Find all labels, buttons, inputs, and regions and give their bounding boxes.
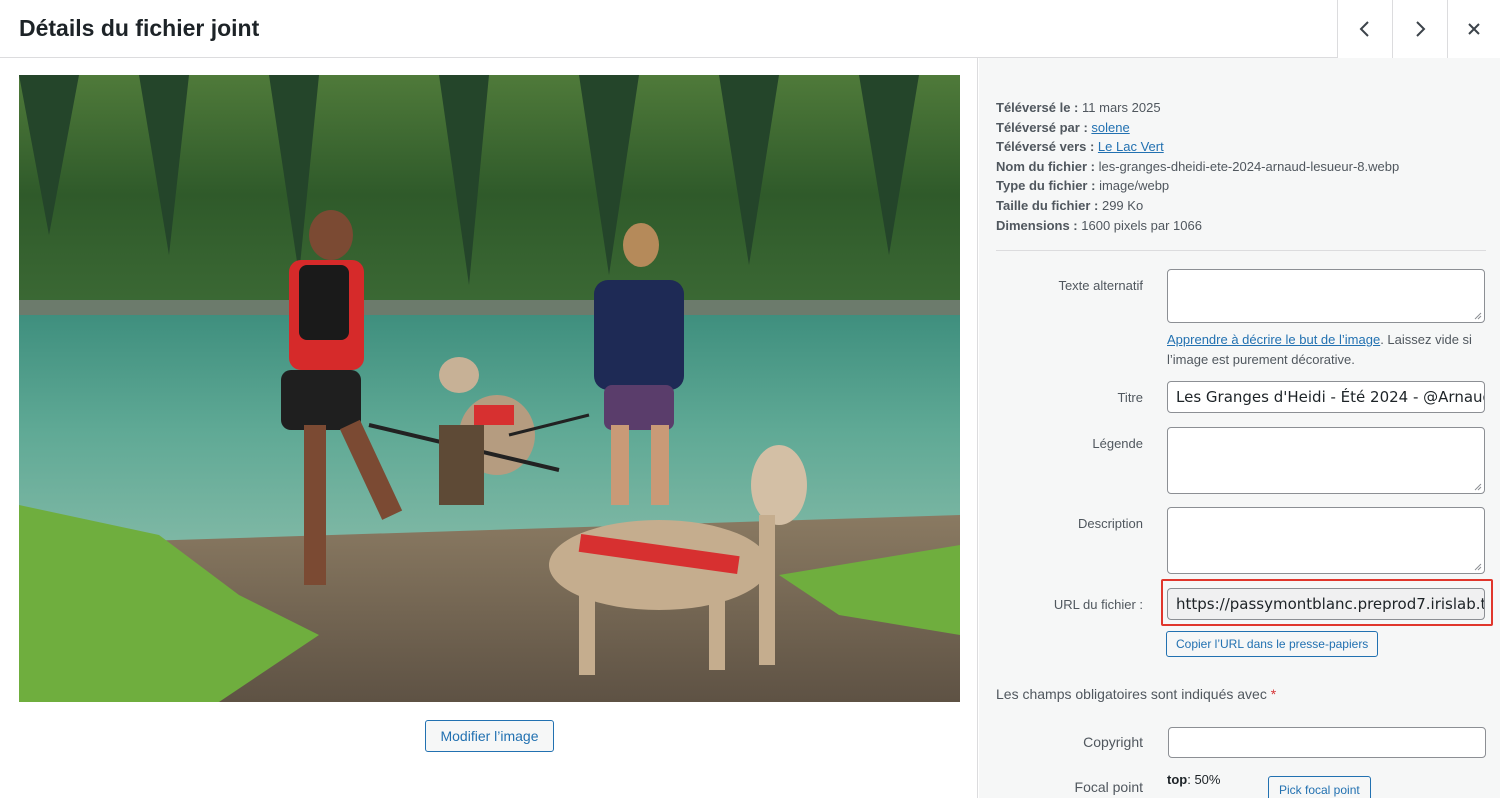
- edit-image-button[interactable]: Modifier l’image: [425, 720, 554, 752]
- pick-focal-point-button[interactable]: Pick focal point: [1268, 776, 1371, 798]
- dimensions-row: Dimensions : 1600 pixels par 1066: [996, 217, 1202, 233]
- modal-header: Détails du fichier joint: [0, 0, 1500, 58]
- description-label: Description: [1077, 516, 1143, 531]
- dimensions-value: 1600 pixels par 1066: [1081, 217, 1202, 233]
- previous-button[interactable]: [1337, 0, 1392, 58]
- filesize-value: 299 Ko: [1101, 197, 1144, 213]
- filename-row: Nom du fichier : les-granges-dheidi-ete-…: [996, 158, 1400, 174]
- next-button[interactable]: [1392, 0, 1447, 58]
- resize-grip-icon: [1474, 312, 1482, 320]
- alt-text-field[interactable]: [1167, 269, 1485, 323]
- title-field[interactable]: Les Granges d'Heidi - Été 2024 - @Arnaud…: [1167, 381, 1485, 413]
- description-field[interactable]: [1167, 507, 1485, 574]
- uploaded-by-link[interactable]: solene: [1091, 120, 1129, 135]
- chevron-left-icon: [1359, 21, 1369, 37]
- filetype-value: image/webp: [1099, 178, 1170, 194]
- filename-value: les-granges-dheidi-ete-2024-arnaud-lesue…: [1098, 158, 1400, 174]
- divider: [996, 250, 1486, 251]
- filetype-row: Type du fichier : image/webp: [996, 178, 1170, 194]
- copyright-label: Copyright: [1083, 734, 1143, 750]
- alt-text-help-link[interactable]: Apprendre à décrire le but de l’image: [1167, 332, 1380, 347]
- uploaded-by-row: Téléversé par : solene: [996, 119, 1130, 135]
- attachment-preview: Modifier l’image: [0, 58, 978, 798]
- alt-text-label: Texte alternatif: [1058, 278, 1143, 293]
- caption-field[interactable]: [1167, 427, 1485, 494]
- title-label: Titre: [1117, 390, 1143, 405]
- resize-grip-icon: [1474, 563, 1482, 571]
- uploaded-to-row: Téléversé vers : Le Lac Vert: [996, 139, 1164, 155]
- copyright-field[interactable]: [1168, 727, 1486, 758]
- caption-label: Légende: [1092, 436, 1143, 451]
- focal-point-value: top: 50%: [1167, 772, 1221, 787]
- required-fields-note: Les champs obligatoires sont indiqués av…: [996, 686, 1277, 702]
- file-info: Téléversé le : 11 mars 2025 Téléversé pa…: [996, 98, 1399, 235]
- uploaded-on-value: 11 mars 2025: [1082, 100, 1161, 115]
- copy-url-button[interactable]: Copier l’URL dans le presse-papiers: [1166, 631, 1379, 657]
- close-icon: [1468, 23, 1480, 35]
- required-star: *: [1270, 686, 1277, 702]
- attachment-details-panel: Téléversé le : 11 mars 2025 Téléversé pa…: [979, 58, 1500, 798]
- uploaded-on-row: Téléversé le : 11 mars 2025: [996, 100, 1161, 115]
- file-url-field[interactable]: https://passymontblanc.preprod7.irislab.…: [1167, 588, 1485, 620]
- uploaded-to-link[interactable]: Le Lac Vert: [1098, 139, 1164, 154]
- resize-grip-icon: [1474, 483, 1482, 491]
- close-button[interactable]: [1447, 0, 1500, 58]
- modal-title: Détails du fichier joint: [19, 15, 260, 41]
- chevron-right-icon: [1416, 21, 1426, 37]
- attachment-image: [19, 75, 960, 702]
- file-url-label: URL du fichier :: [1053, 597, 1143, 612]
- alt-text-help: Apprendre à décrire le but de l’image. L…: [1167, 332, 1472, 367]
- focal-point-label: Focal point: [1074, 779, 1143, 795]
- filesize-row: Taille du fichier : 299 Ko: [996, 197, 1144, 213]
